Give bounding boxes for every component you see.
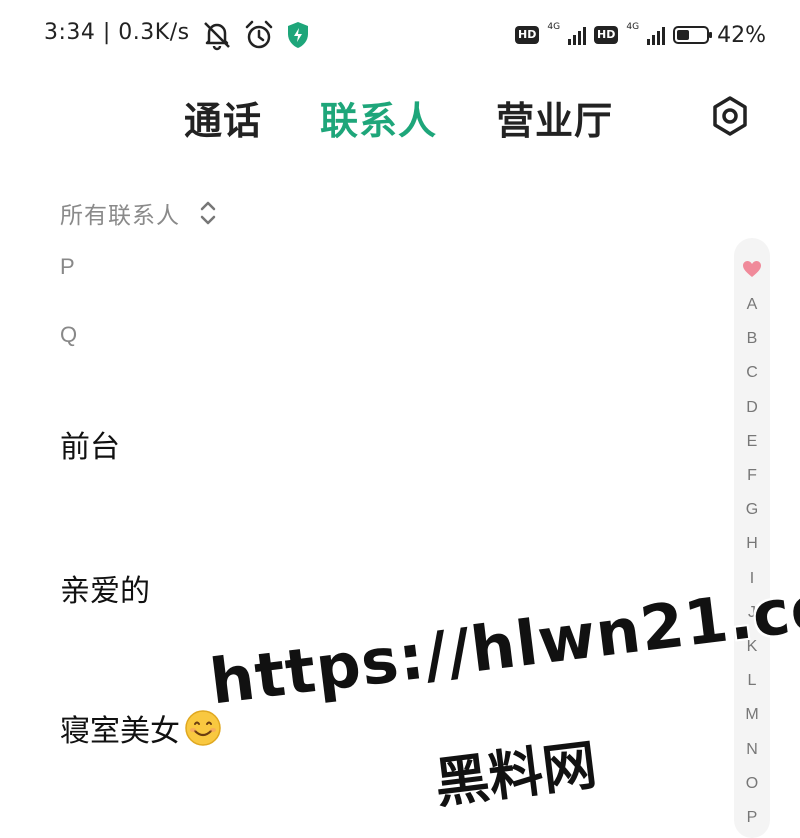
status-bar: 3:34 | 0.3K/s HD 4G HD 4G 42% [0,0,800,70]
hd-badge: HD [515,26,540,44]
index-letter-g[interactable]: G [734,501,770,519]
alarm-icon [242,18,276,56]
contact-filter[interactable]: 所有联系人 [60,196,218,230]
signal-strength-icon [568,25,587,45]
tab-service-hall[interactable]: 营业厅 [496,90,613,145]
index-letter-c[interactable]: C [734,364,770,382]
contact-item[interactable]: 前台 [60,422,120,466]
network-type: 4G [547,22,561,32]
index-letter-m[interactable]: M [734,706,770,724]
filter-label: 所有联系人 [60,203,180,229]
index-letter-d[interactable]: D [734,399,770,417]
section-header-p: P [60,254,75,279]
sort-updown-icon [200,201,216,225]
tab-calls[interactable]: 通话 [184,90,262,145]
top-tabs: 通话 联系人 营业厅 [0,90,800,150]
index-favorites[interactable] [734,260,770,283]
status-right-group: HD 4G HD 4G 42% [515,18,766,52]
index-letter-b[interactable]: B [734,330,770,348]
index-letter-f[interactable]: F [734,467,770,485]
index-letter-l[interactable]: L [734,672,770,690]
contact-name: 亲爱的 [60,574,150,609]
contact-name: 寝室美女 [60,714,180,749]
battery-icon [673,26,713,44]
status-time: 3:34 | 0.3K/s [44,20,190,45]
watermark-name: 黑料网 [431,733,601,816]
notifications-muted-icon [200,18,234,56]
shield-icon [284,18,312,56]
hd-badge: HD [594,26,619,44]
watermark-url: https://hlwn21.com [206,561,800,719]
settings-button[interactable] [706,92,754,140]
section-header-q: Q [60,322,78,347]
index-letter-e[interactable]: E [734,433,770,451]
battery-percent: 42% [717,22,766,48]
index-letter-h[interactable]: H [734,535,770,553]
network-type: 4G [626,22,640,32]
contact-name: 前台 [60,430,120,465]
settings-icon [713,96,747,136]
index-letter-o[interactable]: O [734,775,770,793]
contact-item[interactable]: 寝室美女 [60,706,222,750]
index-letter-n[interactable]: N [734,741,770,759]
alphabet-index[interactable]: ABCDEFGHIJKLMNOP [734,238,770,838]
signal-strength-icon [647,25,666,45]
heart-icon [743,261,761,277]
index-letter-p[interactable]: P [734,809,770,827]
tab-contacts[interactable]: 联系人 [320,90,437,145]
index-letter-a[interactable]: A [734,296,770,314]
contact-item[interactable]: 亲爱的 [60,566,150,610]
